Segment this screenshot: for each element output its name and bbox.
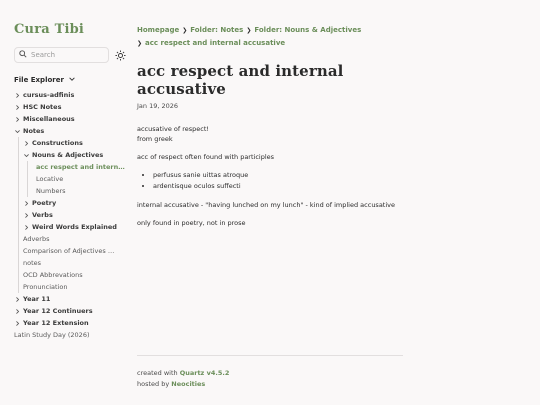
chevron-right-icon	[25, 140, 29, 146]
paragraph-intro: accusative of respect! from greek	[137, 124, 405, 144]
list-item: ardentisque oculos suffecti	[153, 181, 405, 192]
file-explorer-toggle[interactable]: File Explorer	[14, 75, 126, 85]
sidebar: Cura Tibi Search File Explorer cursus-ad…	[14, 22, 126, 341]
breadcrumb-separator-icon: ❯	[246, 27, 252, 34]
breadcrumb-folder-nouns[interactable]: Folder: Nouns & Adjectives	[254, 26, 361, 34]
folder-cursus-adfinis[interactable]: cursus-adfinis	[14, 89, 126, 101]
paragraph-poetry-note: only found in poetry, not in prose	[137, 219, 246, 227]
intro-line-2: from greek	[137, 135, 173, 143]
folder-label: Verbs	[32, 211, 53, 219]
search-icon	[19, 50, 27, 60]
breadcrumb-current[interactable]: acc respect and internal accusative	[145, 39, 285, 47]
folder-label: Year 12 Extension	[23, 319, 89, 327]
folder-verbs[interactable]: Verbs	[19, 209, 126, 221]
file-label: Latin Study Day (2026)	[14, 331, 90, 339]
file-label: Locative	[36, 175, 64, 183]
page-date: Jan 19, 2026	[137, 102, 179, 110]
chevron-right-icon	[25, 224, 29, 230]
footer-created-prefix: created with	[137, 369, 178, 377]
chevron-right-icon	[16, 104, 20, 110]
footer: created with Quartz v4.5.2 hosted by Neo…	[137, 355, 403, 390]
chevron-right-icon	[25, 212, 29, 218]
notes-children: Constructions Nouns & Adjectives acc res…	[18, 137, 126, 293]
footer-hosted: hosted by Neocities	[137, 379, 403, 390]
chevron-down-icon	[15, 129, 20, 133]
breadcrumb-separator-icon: ❯	[182, 27, 188, 34]
file-label: Comparison of Adjectives and Adverbs	[23, 247, 115, 255]
file-pronunciation[interactable]: Pronunciation	[19, 281, 126, 293]
folder-notes[interactable]: Notes	[14, 125, 126, 137]
file-notes[interactable]: notes	[19, 257, 126, 269]
folder-nouns-adjectives[interactable]: Nouns & Adjectives	[19, 149, 126, 161]
main-content: Homepage ❯ Folder: Notes ❯ Folder: Nouns & A…	[137, 24, 405, 236]
breadcrumb: Homepage ❯ Folder: Notes ❯ Folder: Nouns & A…	[137, 24, 405, 50]
folder-miscellaneous[interactable]: Miscellaneous	[14, 113, 126, 125]
chevron-right-icon	[25, 200, 29, 206]
chevron-right-icon	[16, 92, 20, 98]
file-acc-respect[interactable]: acc respect and internal accusative	[28, 161, 126, 173]
article-body: accusative of respect! from greek acc of…	[137, 124, 405, 228]
folder-label: Constructions	[32, 139, 83, 147]
breadcrumb-folder-notes[interactable]: Folder: Notes	[190, 26, 243, 34]
search-input[interactable]: Search	[14, 47, 109, 63]
chevron-right-icon	[16, 296, 20, 302]
neocities-link[interactable]: Neocities	[171, 380, 205, 388]
folder-label: Miscellaneous	[23, 115, 75, 123]
chevron-down-icon	[68, 75, 76, 85]
breadcrumb-separator-icon: ❯	[137, 40, 143, 47]
chevron-right-icon	[16, 116, 20, 122]
file-latin-study-day[interactable]: Latin Study Day (2026)	[14, 329, 126, 341]
search-placeholder: Search	[31, 51, 56, 59]
example-list: perfusus sanie uittas atroque ardentisqu…	[137, 170, 405, 192]
quartz-link[interactable]: Quartz v4.5.2	[180, 369, 230, 377]
breadcrumb-homepage[interactable]: Homepage	[137, 26, 179, 34]
nouns-adjectives-children: acc respect and internal accusative Loca…	[27, 161, 126, 197]
file-label: notes	[23, 259, 42, 267]
file-adverbs[interactable]: Adverbs	[19, 233, 126, 245]
list-item: perfusus sanie uittas atroque	[153, 170, 405, 181]
file-label: Numbers	[36, 187, 66, 195]
footer-hosted-prefix: hosted by	[137, 380, 170, 388]
file-label: Pronunciation	[23, 283, 68, 291]
folder-label: Year 11	[23, 295, 51, 303]
file-numbers[interactable]: Numbers	[28, 185, 126, 197]
file-label: acc respect and internal accusative	[36, 163, 126, 171]
file-tree: cursus-adfinis HSC Notes Miscellaneous N…	[14, 89, 126, 341]
folder-label: HSC Notes	[23, 103, 62, 111]
paragraph-internal-accusative: internal accusative - "having lunched on…	[137, 201, 396, 209]
file-label: Adverbs	[23, 235, 50, 243]
folder-year-12-continuers[interactable]: Year 12 Continuers	[14, 305, 126, 317]
folder-hsc-notes[interactable]: HSC Notes	[14, 101, 126, 113]
intro-line-1: accusative of respect!	[137, 125, 209, 133]
chevron-right-icon	[16, 320, 20, 326]
folder-label: Poetry	[32, 199, 57, 207]
folder-label: Weird Words Explained	[32, 223, 117, 231]
file-ocd-abbrevations[interactable]: OCD Abbrevations	[19, 269, 126, 281]
chevron-right-icon	[16, 308, 20, 314]
chevron-down-icon	[24, 153, 29, 157]
folder-label: Notes	[23, 127, 45, 135]
theme-toggle-sun-icon[interactable]	[115, 49, 126, 61]
page-title: acc respect and internal accusative	[137, 62, 344, 98]
file-label: OCD Abbrevations	[23, 271, 83, 279]
file-comparison[interactable]: Comparison of Adjectives and Adverbs	[19, 245, 126, 257]
file-locative[interactable]: Locative	[28, 173, 126, 185]
folder-label: Nouns & Adjectives	[32, 151, 104, 159]
folder-label: cursus-adfinis	[23, 91, 75, 99]
folder-label: Year 12 Continuers	[23, 307, 93, 315]
folder-weird-words[interactable]: Weird Words Explained	[19, 221, 126, 233]
footer-created: created with Quartz v4.5.2	[137, 368, 403, 379]
search-row: Search	[14, 47, 126, 63]
folder-year-12-extension[interactable]: Year 12 Extension	[14, 317, 126, 329]
paragraph-participles: acc of respect often found with particip…	[137, 153, 275, 161]
folder-constructions[interactable]: Constructions	[19, 137, 126, 149]
explorer-title: File Explorer	[14, 76, 64, 84]
folder-poetry[interactable]: Poetry	[19, 197, 126, 209]
folder-year-11[interactable]: Year 11	[14, 293, 126, 305]
site-title[interactable]: Cura Tibi	[14, 22, 126, 37]
